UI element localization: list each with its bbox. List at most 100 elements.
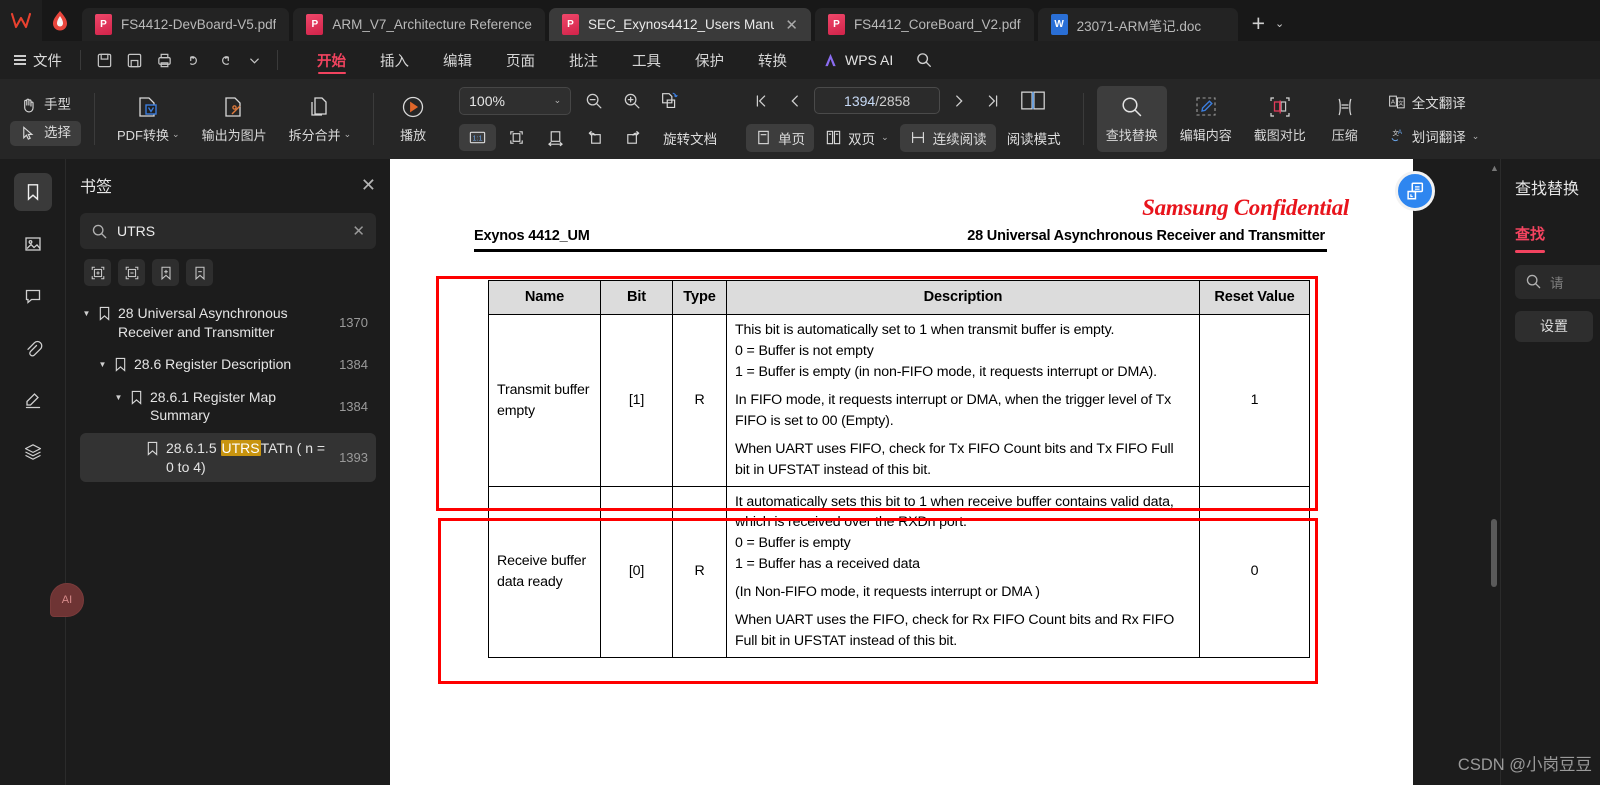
attachment-icon[interactable] (14, 329, 52, 367)
bookmark-search-box[interactable]: ✕ (80, 213, 376, 249)
ai-assistant-badge[interactable]: AI (50, 583, 84, 617)
collapse-all-icon[interactable] (118, 259, 145, 286)
search-icon[interactable] (905, 51, 943, 69)
tab-bar-actions: + ⌄ (1252, 12, 1285, 41)
undo-icon[interactable] (179, 47, 209, 73)
last-page-icon[interactable] (978, 87, 1008, 115)
file-menu-button[interactable]: 文件 (10, 50, 72, 71)
document-scrollbar[interactable]: ▲ (1488, 159, 1500, 785)
menu-item-insert[interactable]: 插入 (363, 41, 426, 79)
chevron-down-icon[interactable]: ▼ (80, 304, 93, 320)
find-settings-button[interactable]: 设置 (1515, 310, 1593, 342)
actual-size-button[interactable]: 1:1 (459, 124, 497, 151)
ai-assistant-icon[interactable] (1395, 171, 1435, 211)
tab-3[interactable]: P FS4412_CoreBoard_V2.pdf (814, 8, 1034, 41)
compress-button[interactable]: 压缩 (1319, 86, 1371, 152)
print-icon[interactable] (149, 47, 179, 73)
close-icon[interactable]: ✕ (361, 175, 376, 196)
save-as-icon[interactable] (119, 47, 149, 73)
thumbnail-icon[interactable] (14, 225, 52, 263)
scrollbar-thumb[interactable] (1491, 519, 1497, 587)
redo-icon[interactable] (209, 47, 239, 73)
bookmark-tools (84, 259, 376, 286)
menu-item-page[interactable]: 页面 (489, 41, 552, 79)
add-bookmark-icon[interactable] (152, 259, 179, 286)
menu-item-convert[interactable]: 转换 (741, 41, 804, 79)
app-flame-icon[interactable] (42, 0, 78, 41)
signature-icon[interactable] (14, 381, 52, 419)
list-item[interactable]: ▼ 28.6.1 Register Map Summary 1384 (80, 382, 376, 431)
comment-icon[interactable] (14, 277, 52, 315)
remove-bookmark-icon[interactable] (186, 259, 213, 286)
list-item[interactable]: ▼ 28 Universal Asynchronous Receiver and… (80, 298, 376, 347)
wps-logo-icon[interactable] (0, 0, 42, 41)
list-item-selected[interactable]: 28.6.1.5 UTRSTATn ( n = 0 to 4) 1393 (80, 433, 376, 483)
find-replace-button[interactable]: 查找替换 (1096, 86, 1167, 152)
edit-content-button[interactable]: 编辑内容 (1171, 86, 1241, 152)
double-page-button[interactable]: 双页 ⌄ (816, 124, 898, 152)
new-tab-button[interactable]: + (1252, 12, 1265, 35)
first-page-icon[interactable] (746, 87, 776, 115)
tab-1[interactable]: P ARM_V7_Architecture Reference (293, 8, 545, 41)
read-mode-icon[interactable] (1012, 87, 1054, 115)
save-icon[interactable] (89, 47, 119, 73)
zoom-out-icon[interactable] (579, 87, 609, 115)
word-translate-button[interactable]: 文A 划词翻译 ⌄ (1379, 122, 1489, 150)
search-icon (91, 223, 108, 240)
prev-page-icon[interactable] (780, 87, 810, 115)
zoom-in-icon[interactable] (617, 87, 647, 115)
export-image-button[interactable]: 输出为图片 (193, 86, 276, 152)
rotate-document-icon[interactable] (655, 87, 685, 115)
chevron-down-icon[interactable]: ▼ (96, 355, 109, 371)
chevron-down-icon[interactable]: ⌄ (554, 95, 562, 106)
menu-item-tools[interactable]: 工具 (615, 41, 678, 79)
chevron-down-icon[interactable]: ⌄ (1472, 131, 1480, 142)
expand-all-icon[interactable] (84, 259, 111, 286)
read-mode-button[interactable]: 阅读模式 (998, 124, 1070, 152)
hand-tool-button[interactable]: 手型 (10, 93, 81, 118)
play-button[interactable]: 播放 (387, 86, 439, 152)
tab-find[interactable]: 查找 (1515, 223, 1545, 253)
rotate-left-button[interactable] (576, 124, 613, 151)
wps-ai-button[interactable]: WPS AI (804, 52, 905, 69)
single-page-button[interactable]: 单页 (746, 123, 815, 152)
clear-icon[interactable]: ✕ (352, 222, 365, 240)
rotate-document-button[interactable]: 旋转文档 (654, 124, 726, 152)
rotate-right-button[interactable] (615, 124, 652, 151)
tab-2[interactable]: P SEC_Exynos4412_Users Manu ✕ (548, 8, 811, 41)
select-tool-button[interactable]: 选择 (10, 120, 81, 146)
chevron-down-icon[interactable]: ⌄ (1275, 17, 1284, 30)
chevron-down-icon[interactable]: ▼ (112, 388, 125, 404)
split-merge-button[interactable]: 拆分合并 ⌄ (280, 86, 361, 152)
tab-0[interactable]: P FS4412-DevBoard-V5.pdf (82, 8, 290, 41)
fit-page-button[interactable] (498, 124, 535, 151)
tab-4[interactable]: W 23071-ARM笔记.doc (1037, 8, 1238, 41)
continuous-read-button[interactable]: 连续阅读 (899, 123, 996, 152)
zoom-level-select[interactable]: 100% ⌄ (459, 86, 572, 115)
menu-item-annotate[interactable]: 批注 (552, 41, 615, 79)
chevron-down-icon[interactable]: ⌄ (881, 132, 889, 143)
tab-label: FS4412_CoreBoard_V2.pdf (853, 17, 1021, 32)
menu-item-edit[interactable]: 编辑 (426, 41, 489, 79)
screenshot-compare-button[interactable]: 截图对比 (1245, 86, 1315, 152)
pdf-convert-button[interactable]: PDF转换 ⌄ (108, 86, 189, 152)
list-item[interactable]: ▼ 28.6 Register Description 1384 (80, 349, 376, 380)
bookmark-icon[interactable] (13, 173, 52, 211)
fit-width-button[interactable] (537, 124, 574, 151)
find-input-placeholder: 请 (1550, 275, 1564, 291)
menu-item-protect[interactable]: 保护 (678, 41, 741, 79)
search-input[interactable] (117, 223, 344, 239)
close-icon[interactable]: ✕ (785, 16, 798, 34)
layers-icon[interactable] (14, 433, 52, 471)
bookmark-panel-header: 书签 ✕ (80, 159, 376, 211)
find-input[interactable]: 请 (1515, 264, 1600, 299)
chevron-down-icon[interactable] (239, 47, 269, 73)
next-page-icon[interactable] (944, 87, 974, 115)
document-viewer[interactable]: Samsung Confidential Exynos 4412_UM 28 U… (390, 159, 1500, 785)
chevron-down-icon[interactable]: ⌄ (172, 129, 180, 140)
menu-item-start[interactable]: 开始 (300, 41, 363, 79)
scroll-up-arrow-icon[interactable]: ▲ (1490, 163, 1499, 173)
full-translate-button[interactable]: A文 全文翻译 (1379, 88, 1489, 116)
page-number-input[interactable]: 1394/2858 (814, 87, 941, 114)
chevron-down-icon[interactable]: ⌄ (344, 129, 352, 140)
